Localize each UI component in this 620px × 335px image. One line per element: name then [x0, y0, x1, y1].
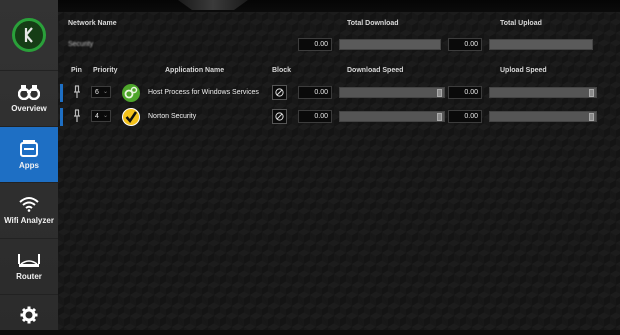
killer-logo-icon	[12, 18, 46, 52]
router-icon	[18, 254, 40, 267]
download-speed-slider[interactable]	[339, 111, 445, 122]
norton-check-icon	[122, 108, 140, 126]
pin-header: Pin	[71, 67, 82, 74]
sidebar: Overview Apps Wifi Analyzer Router	[0, 0, 59, 330]
wifi-icon	[19, 197, 39, 212]
apps-panel: Network Name Total Download Total Upload…	[58, 12, 620, 330]
total-download-value: 0.00	[298, 38, 332, 51]
block-header: Block	[272, 67, 292, 74]
application-name: Host Process for Windows Services	[148, 89, 259, 96]
application-name: Norton Security	[148, 113, 197, 120]
total-upload-value: 0.00	[448, 38, 482, 51]
download-speed-header: Download Speed	[347, 67, 404, 74]
sidebar-item-apps[interactable]: Apps	[0, 127, 58, 183]
upload-speed-slider[interactable]	[489, 87, 597, 98]
download-speed-value: 0.00	[298, 86, 332, 99]
block-icon	[275, 112, 284, 121]
slider-handle[interactable]	[589, 89, 594, 97]
sidebar-item-label: Apps	[19, 161, 39, 170]
slider-handle[interactable]	[437, 89, 442, 97]
binoculars-icon	[18, 85, 40, 100]
apps-icon	[20, 140, 38, 157]
priority-value: 4	[95, 113, 99, 120]
priority-header: Priority	[93, 67, 118, 74]
total-upload-bar	[489, 39, 593, 50]
upload-speed-value: 0.00	[448, 110, 482, 123]
row-selection-accent	[60, 108, 63, 126]
priority-select[interactable]: 4 ⌄	[91, 110, 111, 122]
priority-select[interactable]: 6 ⌄	[91, 86, 111, 98]
upload-speed-slider[interactable]	[489, 111, 597, 122]
network-name-header: Network Name	[68, 20, 117, 27]
pin-icon[interactable]	[72, 109, 82, 123]
title-decoration	[178, 0, 248, 10]
sidebar-item-label: Router	[16, 272, 42, 281]
chevron-down-icon: ⌄	[102, 113, 108, 119]
upload-speed-header: Upload Speed	[500, 67, 547, 74]
download-speed-slider[interactable]	[339, 87, 445, 98]
total-upload-header: Total Upload	[500, 20, 542, 27]
block-icon	[275, 88, 284, 97]
sidebar-item-label: Wifi Analyzer	[4, 216, 54, 225]
application-name-header: Application Name	[165, 67, 225, 74]
priority-value: 6	[95, 89, 99, 96]
total-download-bar	[339, 39, 441, 50]
sidebar-item-settings[interactable]	[0, 295, 58, 335]
pin-icon[interactable]	[72, 85, 82, 99]
block-button[interactable]	[272, 85, 287, 100]
row-selection-accent	[60, 84, 63, 102]
sidebar-item-label: Overview	[11, 104, 47, 113]
chevron-down-icon: ⌄	[102, 89, 108, 95]
block-button[interactable]	[272, 109, 287, 124]
slider-handle[interactable]	[589, 113, 594, 121]
upload-speed-value: 0.00	[448, 86, 482, 99]
gear-icon	[20, 306, 38, 324]
sidebar-item-overview[interactable]: Overview	[0, 71, 58, 127]
title-strip	[58, 0, 620, 12]
logo-area	[0, 0, 58, 71]
sidebar-item-router[interactable]: Router	[0, 239, 58, 295]
network-name-value: Security	[68, 41, 94, 48]
slider-handle[interactable]	[437, 113, 442, 121]
gears-icon	[122, 84, 140, 102]
sidebar-item-wifi-analyzer[interactable]: Wifi Analyzer	[0, 183, 58, 239]
download-speed-value: 0.00	[298, 110, 332, 123]
total-download-header: Total Download	[347, 20, 399, 27]
